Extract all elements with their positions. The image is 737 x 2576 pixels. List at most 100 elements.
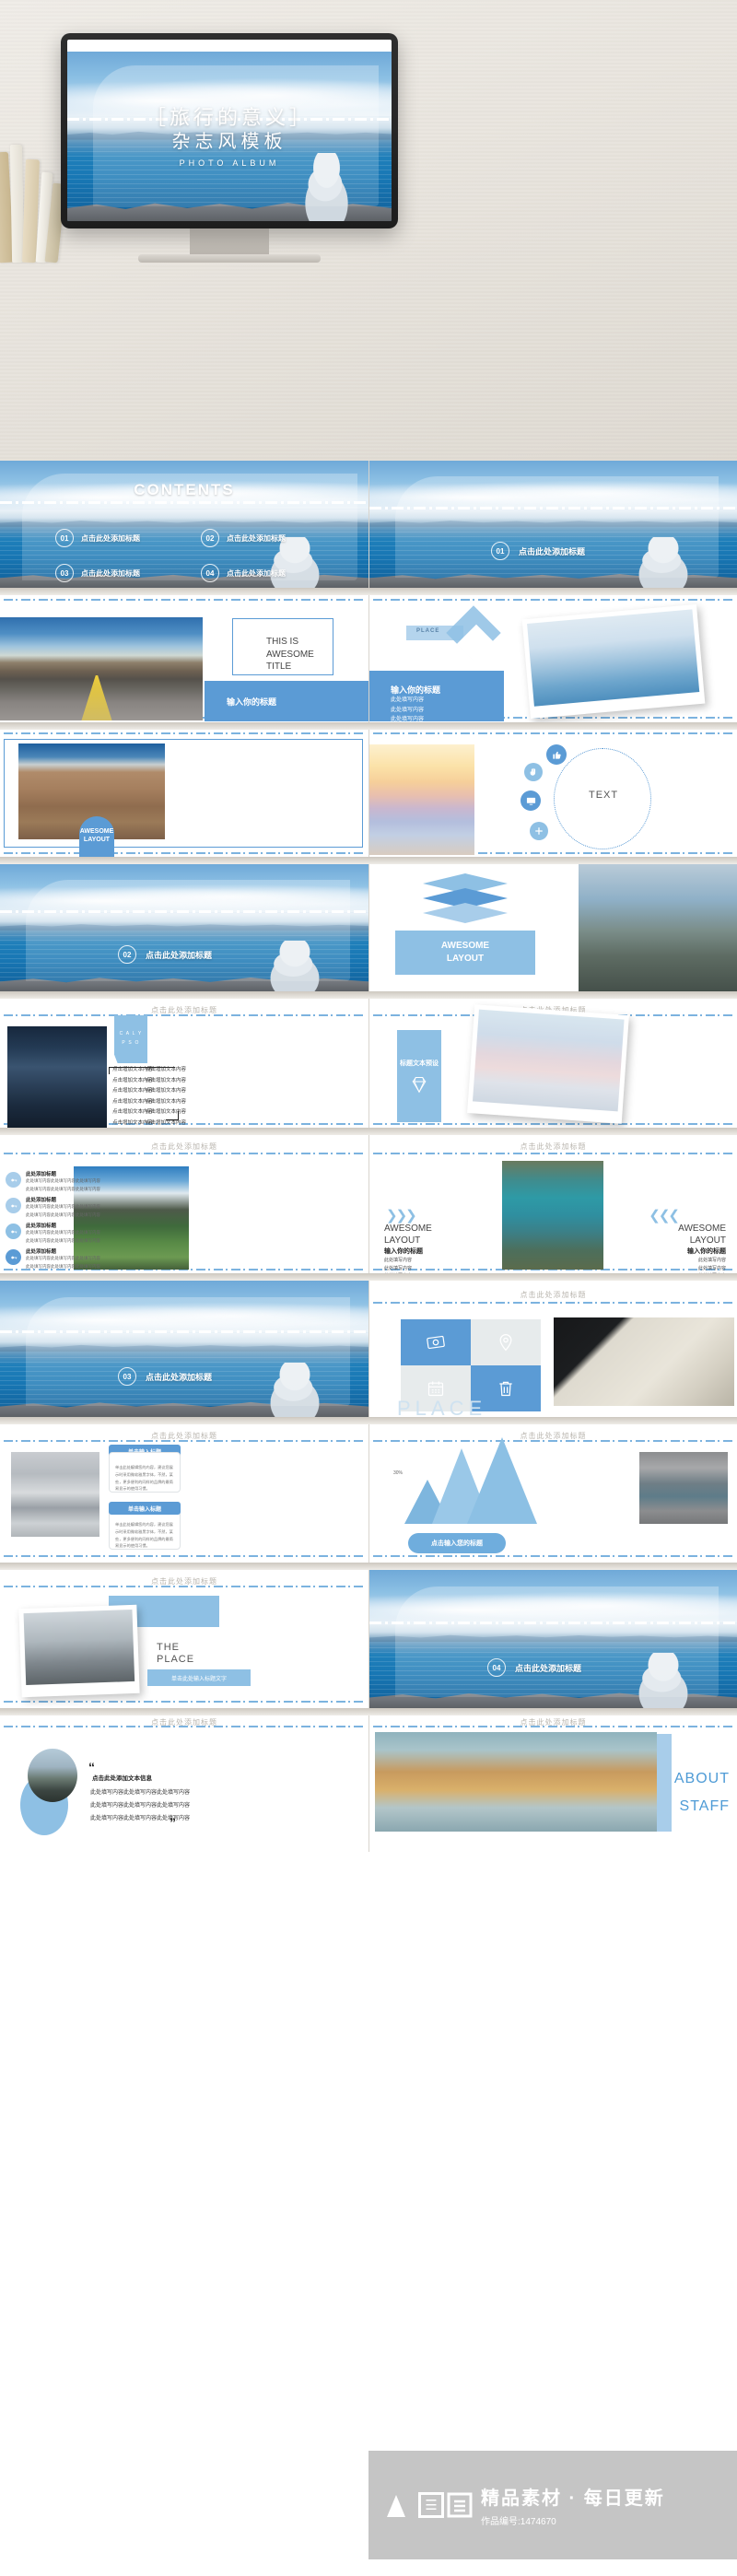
slide-row: 点击此处添加标题 “ 点击此处添加文本信息 此处填写内容此处填写内容此处填写内容…	[0, 1715, 737, 1852]
diamond-title-panel[interactable]: 标题文本预设	[397, 1030, 441, 1122]
slide-section-01[interactable]: 01 点击此处添加标题	[368, 461, 737, 588]
section-dashed-rule	[0, 1330, 368, 1333]
top-dashed-rule	[4, 1726, 365, 1727]
monitor-screen: ［旅行的意义］ 杂志风模板 PHOTO ALBUM	[67, 40, 392, 221]
contents-label: 点击此处添加标题	[81, 568, 140, 578]
contents-dashed-rule	[0, 501, 368, 504]
plus-icon[interactable]	[530, 822, 548, 840]
row-separator	[0, 1128, 737, 1135]
money-icon[interactable]	[401, 1319, 471, 1365]
slide-the-place[interactable]: 点击此处添加标题 THE PLACE 单击此处输入标题文字	[0, 1570, 368, 1708]
slide-awesome-layout-canyon[interactable]: AWESOME LAYOUT	[0, 730, 368, 857]
contents-item-01[interactable]: 01 点击此处添加标题	[55, 529, 140, 547]
slide-mountain-chart[interactable]: 点击此处添加标题 30% 点击输入您的标题	[368, 1424, 737, 1563]
key-icon	[10, 1204, 17, 1207]
slide-two-column[interactable]: 点击此处添加标题 ❯❯❯ AWESOME LAYOUT 输入你的标题 此处填写内…	[368, 1135, 737, 1273]
the-place-caption-bar[interactable]: 单击此处输入标题文字	[147, 1669, 251, 1686]
slide-about-staff[interactable]: 点击此处添加标题 ABOUT STAFF	[368, 1715, 737, 1852]
avatar-photo	[28, 1749, 77, 1802]
calypso-cell: 点击增加文本内容	[146, 1077, 187, 1083]
left-line: 此处填写内容	[384, 1265, 413, 1271]
row-separator	[0, 1563, 737, 1570]
slide-calypso[interactable]: 点击此处添加标题 C A L Y P S O 点击增加文本内容 点击增加文本内容…	[0, 999, 368, 1128]
contents-label: 点击此处添加标题	[227, 533, 286, 543]
diamond-panel-title: 标题文本预设	[400, 1060, 439, 1067]
place-text-panel[interactable]: 输入你的标题 此处填写内容 此处填写内容 此处填写内容	[369, 671, 504, 722]
row-separator	[0, 722, 737, 730]
slide-header: 点击此处添加标题	[520, 1142, 587, 1151]
bracket-bottom-right	[166, 1111, 179, 1120]
slide-contents[interactable]: CONTENTS 01 点击此处添加标题 02 点击此处添加标题 03 点击此处…	[0, 461, 368, 588]
awesome-layout-badge[interactable]: AWESOME LAYOUT	[79, 816, 114, 857]
place-line-3: 此处填写内容	[391, 717, 425, 722]
slide-cards[interactable]: 点击此处添加标题 单击输入标题 单击此处编辑您的内容，建议您展示时采用微软雅黑字…	[0, 1424, 368, 1563]
two-column-right: AWESOME LAYOUT 输入你的标题 此处填写内容 此处填写内容 此处填写…	[678, 1224, 726, 1273]
bullet-item[interactable]: 此处添加标题 此处填写内容此处填写内容此处填写内容 此处填写内容此处填写内容此处…	[6, 1170, 100, 1193]
quote-line: 此处填写内容此处填写内容此处填写内容	[90, 1790, 191, 1796]
poster-page: ［旅行的意义］ 杂志风模板 PHOTO ALBUM CONTENTS 01 点击…	[0, 0, 737, 2576]
quote-avatar	[28, 1749, 77, 1802]
the-place-title: THE PLACE	[157, 1642, 194, 1665]
calypso-cell: 点击增加文本内容	[146, 1067, 187, 1072]
contents-item-03[interactable]: 03 点击此处添加标题	[55, 564, 140, 582]
section-number: 03	[118, 1367, 136, 1386]
two-column-left: AWESOME LAYOUT 输入你的标题 此处填写内容 此处填写内容 此处填写…	[384, 1224, 432, 1273]
section-item[interactable]: 02 点击此处添加标题	[118, 945, 212, 964]
slide-section-02[interactable]: 02 点击此处添加标题	[0, 864, 368, 991]
contents-item-04[interactable]: 04 点击此处添加标题	[201, 564, 286, 582]
monitor-bezel: ［旅行的意义］ 杂志风模板 PHOTO ALBUM	[61, 33, 398, 228]
slide-place-arrow[interactable]: PLACE 输入你的标题 此处填写内容 此处填写内容 此处填写内容	[368, 595, 737, 722]
card-title-pill[interactable]: 单击输入标题	[109, 1502, 181, 1515]
slide-place-tiles[interactable]: 点击此处添加标题 PLACE	[368, 1281, 737, 1417]
pin-icon[interactable]	[471, 1319, 541, 1365]
watermark-text: 精品素材 · 每日更新 作品编号:1474670	[481, 2483, 665, 2527]
awesome-layout-box[interactable]: AWESOME LAYOUT	[395, 931, 535, 975]
hero-title-cn-2: 杂志风模板	[171, 132, 287, 153]
slide-section-03[interactable]: 03 点击此处添加标题	[0, 1281, 368, 1417]
slide-header: 点击此处添加标题	[520, 1291, 587, 1299]
contents-item-02[interactable]: 02 点击此处添加标题	[201, 529, 286, 547]
top-dashed-rule	[4, 1153, 365, 1154]
section-item[interactable]: 04 点击此处添加标题	[487, 1658, 581, 1677]
diamond-shape-3	[423, 903, 508, 923]
place-tiles-title: PLACE	[397, 1397, 487, 1417]
thumbs-up-icon[interactable]	[546, 744, 567, 765]
top-dashed-rule	[373, 1153, 733, 1154]
polaroid-photo	[521, 603, 706, 720]
slide-text-circle[interactable]: TEXT	[368, 730, 737, 857]
the-place-line-1: THE	[157, 1642, 180, 1653]
slide-section-04[interactable]: 04 点击此处添加标题	[368, 1570, 737, 1708]
left-line-2: LAYOUT	[384, 1235, 421, 1246]
bottom-dashed-rule	[4, 1701, 365, 1703]
place-line-1: 此处填写内容	[391, 697, 425, 703]
chart-cta-button[interactable]: 点击输入您的标题	[408, 1533, 506, 1553]
slide-row: CONTENTS 01 点击此处添加标题 02 点击此处添加标题 03 点击此处…	[0, 461, 737, 588]
calypso-cell: 点击增加文本内容	[146, 1109, 187, 1116]
map-compass-photo	[554, 1317, 734, 1406]
section-item[interactable]: 03 点击此处添加标题	[118, 1367, 212, 1386]
fries-photo	[375, 1732, 657, 1832]
slide-quote[interactable]: 点击此处添加标题 “ 点击此处添加文本信息 此处填写内容此处填写内容此处填写内容…	[0, 1715, 368, 1852]
title-caption-bar[interactable]: 输入你的标题	[205, 681, 368, 721]
calypso-cell: 点击增加文本内容	[146, 1088, 187, 1095]
bullet-body: 此处填写内容此处填写内容此处填写内容 此处填写内容此处填写内容此处填写内容	[26, 1178, 100, 1191]
hand-icon[interactable]	[524, 763, 543, 781]
slide-awesome-title[interactable]: THIS IS AWESOME TITLE 输入你的标题	[0, 595, 368, 722]
bullet-item[interactable]: 此处添加标题 此处填写内容此处填写内容此处填写内容 此处填写内容此处填写内容此处…	[6, 1196, 100, 1219]
row-separator	[0, 1417, 737, 1424]
calypso-col-right: 点击增加文本内容 点击增加文本内容 点击增加文本内容 点击增加文本内容 点击增加…	[146, 1065, 217, 1128]
logo-box-icon: ☰	[418, 2492, 444, 2518]
section-number: 01	[491, 542, 509, 560]
section-item[interactable]: 01 点击此处添加标题	[491, 542, 585, 560]
key-icon	[10, 1230, 17, 1233]
city-photo	[7, 1026, 107, 1128]
diamond-icon	[412, 1077, 427, 1094]
bullet-item[interactable]: 此处添加标题 此处填写内容此处填写内容此处填写内容 此处填写内容此处填写内容此处…	[6, 1222, 100, 1245]
monitor-icon[interactable]	[521, 790, 541, 811]
overlay-panel	[394, 475, 719, 578]
calypso-line-1: C A L Y	[119, 1031, 143, 1036]
bullet-item[interactable]: 此处添加标题 此处填写内容此处填写内容此处填写内容 此处填写内容此处填写内容此处…	[6, 1247, 100, 1270]
slide-diamond-panel[interactable]: 点击此处添加标题 标题文本预设	[368, 999, 737, 1128]
slide-awesome-layout-diamonds[interactable]: AWESOME LAYOUT	[368, 864, 737, 991]
slide-bullets[interactable]: 点击此处添加标题 此处添加标题 此处填写内容此处填写内容此处填写内容 此处填写内…	[0, 1135, 368, 1273]
